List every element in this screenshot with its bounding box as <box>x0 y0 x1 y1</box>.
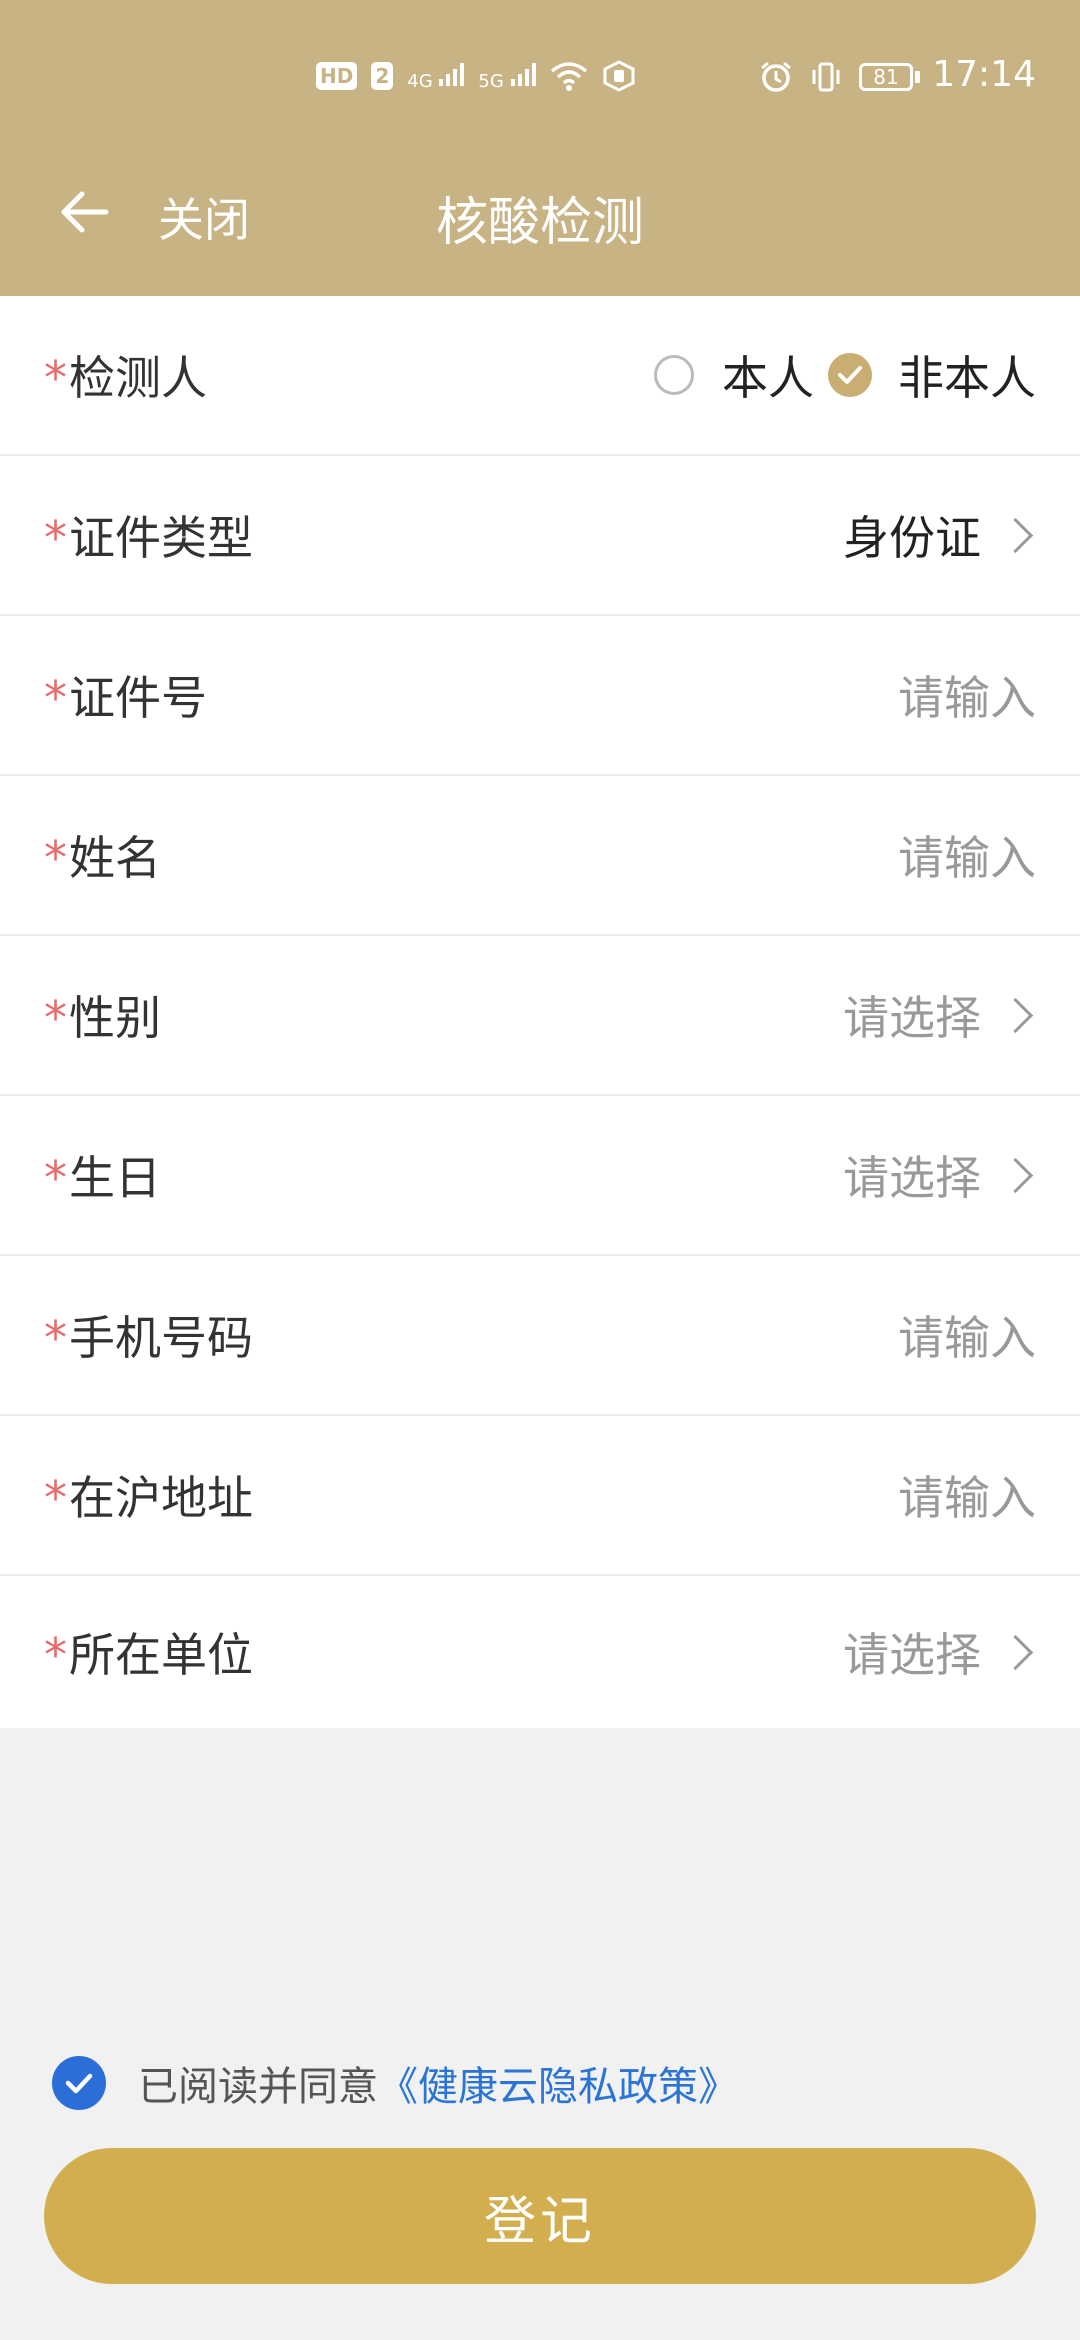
employer-label: *所在单位 <box>44 1628 253 1682</box>
name-placeholder: 请输入 <box>898 831 1036 885</box>
id-type-label: *证件类型 <box>44 511 253 565</box>
id-type-select[interactable]: 身份证 <box>843 502 1036 568</box>
chevron-right-icon <box>997 1157 1034 1193</box>
register-button[interactable]: 登记 <box>44 2148 1036 2284</box>
birthday-label: *生日 <box>44 1151 161 1205</box>
name-label: *姓名 <box>44 831 161 885</box>
id-number-row[interactable]: *证件号 请输入 <box>0 616 1080 776</box>
tester-row: *检测人 本人 非本人 <box>0 296 1080 456</box>
phone-label: *手机号码 <box>44 1311 253 1365</box>
radio-other[interactable] <box>828 353 872 397</box>
id-number-input[interactable]: 请输入 <box>898 662 1036 728</box>
sim-badge: 2 <box>371 62 394 90</box>
phone-input[interactable]: 请输入 <box>898 1302 1036 1368</box>
vibrate-icon <box>812 62 840 92</box>
radio-self[interactable] <box>654 355 694 395</box>
tester-radio-group: 本人 非本人 <box>654 342 1036 408</box>
id-type-row[interactable]: *证件类型 身份证 <box>0 456 1080 616</box>
name-input[interactable]: 请输入 <box>898 822 1036 888</box>
page-title: 核酸检测 <box>435 193 644 253</box>
hd-badge: HD <box>316 62 358 90</box>
id-type-value: 身份证 <box>843 511 981 565</box>
privacy-policy-link[interactable]: 《健康云隐私政策》 <box>378 2054 738 2112</box>
status-bar: HD 2 4G 5G 81 17:14 <box>0 0 1080 160</box>
address-row[interactable]: *在沪地址 请输入 <box>0 1416 1080 1576</box>
signal-5g-icon: 5G <box>478 61 536 92</box>
battery-level: 81 <box>859 63 913 91</box>
chevron-right-icon <box>997 517 1034 553</box>
gender-select[interactable]: 请选择 <box>843 982 1036 1048</box>
privacy-agreement: 已阅读并同意 《健康云隐私政策》 <box>52 2054 738 2112</box>
id-number-label: *证件号 <box>44 671 207 725</box>
chevron-right-icon <box>997 1634 1034 1670</box>
address-input[interactable]: 请输入 <box>898 1462 1036 1528</box>
address-label: *在沪地址 <box>44 1471 253 1525</box>
employer-select[interactable]: 请选择 <box>843 1619 1036 1685</box>
birthday-placeholder: 请选择 <box>843 1151 981 1205</box>
radio-self-label[interactable]: 本人 <box>722 342 814 408</box>
status-left-icons: HD 2 4G 5G <box>316 60 636 92</box>
birthday-row[interactable]: *生日 请选择 <box>0 1096 1080 1256</box>
alarm-icon <box>761 61 791 92</box>
address-placeholder: 请输入 <box>898 1471 1036 1525</box>
status-right-icons: 81 <box>759 60 920 94</box>
app-header: HD 2 4G 5G 81 17:14 关闭 核酸检测 <box>0 0 1080 296</box>
signal-4g-icon: 4G <box>407 61 465 92</box>
employer-row[interactable]: *所在单位 请选择 <box>0 1576 1080 1728</box>
tester-label: *检测人 <box>44 351 207 405</box>
signal-5g-label: 5G <box>478 70 504 92</box>
phone-row[interactable]: *手机号码 请输入 <box>0 1256 1080 1416</box>
radio-other-label[interactable]: 非本人 <box>898 342 1036 408</box>
battery-icon: 81 <box>859 63 920 91</box>
check-icon <box>65 2073 93 2094</box>
gender-placeholder: 请选择 <box>843 991 981 1045</box>
id-number-placeholder: 请输入 <box>898 671 1036 725</box>
signal-4g-label: 4G <box>407 70 433 92</box>
employer-placeholder: 请选择 <box>843 1628 981 1682</box>
gender-row[interactable]: *性别 请选择 <box>0 936 1080 1096</box>
clock: 17:14 <box>932 54 1036 95</box>
birthday-select[interactable]: 请选择 <box>843 1142 1036 1208</box>
hand-shield-icon <box>603 60 635 92</box>
agree-text: 已阅读并同意 <box>138 2064 378 2110</box>
check-icon <box>838 366 862 384</box>
registration-form: *检测人 本人 非本人 *证件类型 身份证 *证件号 请输入 *姓名 请输入 *… <box>0 296 1080 1728</box>
wifi-icon <box>550 62 587 91</box>
gender-label: *性别 <box>44 991 161 1045</box>
phone-placeholder: 请输入 <box>898 1311 1036 1365</box>
agree-checkbox[interactable] <box>52 2056 106 2110</box>
chevron-right-icon <box>997 997 1034 1033</box>
name-row[interactable]: *姓名 请输入 <box>0 776 1080 936</box>
